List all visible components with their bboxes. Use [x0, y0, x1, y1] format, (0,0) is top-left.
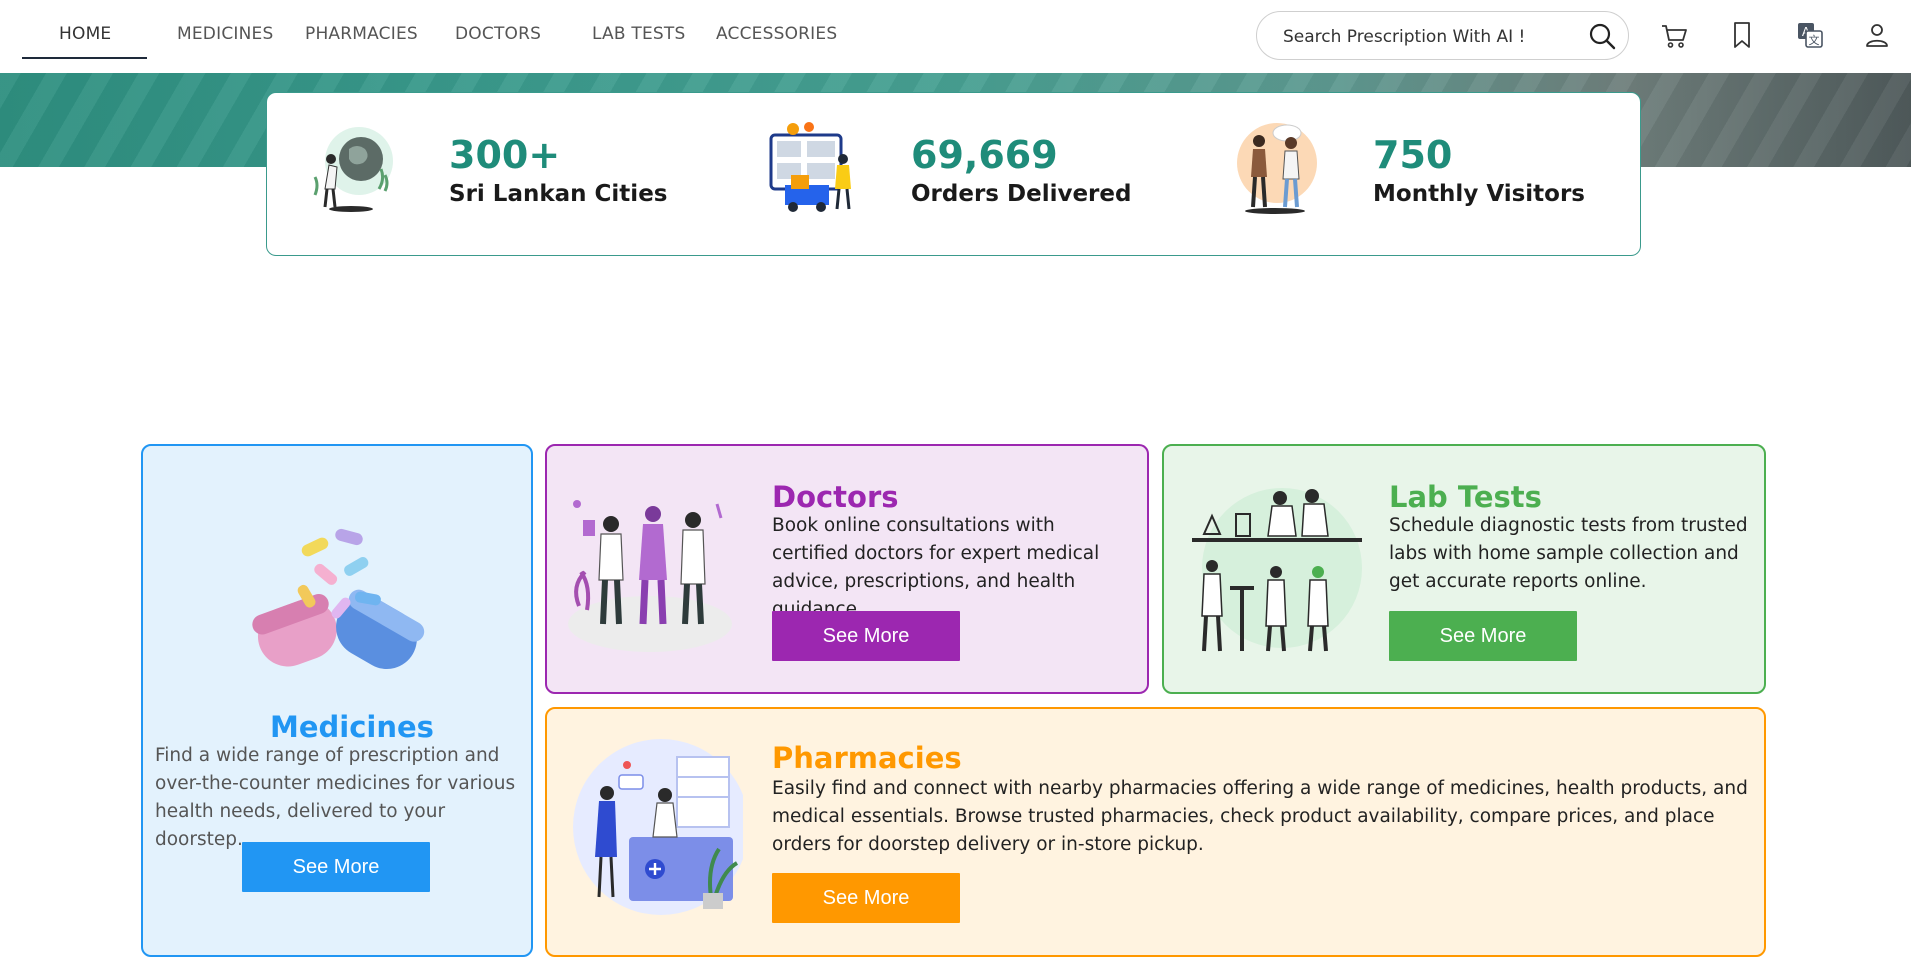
stat-visitors-number: 750	[1373, 133, 1453, 177]
top-navbar: HOME MEDICINES PHARMACIES DOCTORS LAB TE…	[0, 0, 1911, 73]
search-bar	[1256, 11, 1629, 60]
medicines-card: Medicines Find a wide range of prescript…	[141, 444, 533, 957]
svg-text:文: 文	[1809, 33, 1820, 47]
search-icon[interactable]	[1588, 22, 1616, 50]
nav-home[interactable]: HOME	[59, 24, 111, 44]
pharmacies-card: Pharmacies Easily find and connect with …	[545, 707, 1766, 957]
bookmark-icon[interactable]	[1727, 20, 1757, 50]
doctors-see-more-button[interactable]: See More	[772, 611, 960, 661]
stats-card: 300+ Sri Lankan Cities 69,669 Orders Del…	[266, 92, 1641, 256]
stat-cities: 300+ Sri Lankan Cities	[277, 111, 717, 236]
stat-visitors-label: Monthly Visitors	[1373, 181, 1585, 207]
doctors-illustration	[568, 500, 732, 652]
nav-doctors[interactable]: DOCTORS	[455, 24, 541, 44]
nav-accessories[interactable]: ACCESSORIES	[716, 24, 837, 44]
lab-tests-title: Lab Tests	[1389, 480, 1542, 514]
pharmacies-see-more-button[interactable]: See More	[772, 873, 960, 923]
visitors-illustration	[1237, 123, 1317, 214]
cart-icon[interactable]	[1659, 20, 1689, 50]
translate-icon[interactable]: A 文	[1795, 20, 1825, 50]
medicines-title: Medicines	[270, 710, 434, 744]
pharmacy-illustration	[573, 739, 743, 915]
stat-cities-label: Sri Lankan Cities	[449, 181, 668, 207]
delivery-dashboard-illustration	[769, 122, 851, 212]
user-icon[interactable]	[1862, 20, 1892, 50]
stat-orders-label: Orders Delivered	[911, 181, 1132, 207]
pharmacies-description: Easily find and connect with nearby phar…	[772, 778, 1748, 855]
stat-orders: 69,669 Orders Delivered	[739, 111, 1179, 236]
pills-illustration	[252, 528, 425, 669]
lab-tests-see-more-button[interactable]: See More	[1389, 611, 1577, 661]
doctors-card: Doctors Book online consultations with c…	[545, 444, 1149, 694]
medicines-see-more-button[interactable]: See More	[242, 842, 430, 892]
search-input[interactable]	[1281, 22, 1585, 52]
lab-tests-illustration	[1192, 488, 1362, 652]
stat-cities-number: 300+	[449, 133, 561, 177]
globe-person-illustration	[313, 127, 393, 212]
pharmacies-title: Pharmacies	[772, 741, 962, 775]
stat-orders-number: 69,669	[911, 133, 1058, 177]
lab-tests-description: Schedule diagnostic tests from trusted l…	[1389, 515, 1748, 592]
medicines-description: Find a wide range of prescription and ov…	[155, 745, 516, 850]
doctors-title: Doctors	[772, 480, 899, 514]
active-nav-underline	[22, 57, 147, 59]
nav-lab-tests[interactable]: LAB TESTS	[592, 24, 685, 44]
nav-pharmacies[interactable]: PHARMACIES	[305, 24, 418, 44]
lab-tests-card: Lab Tests Schedule diagnostic tests from…	[1162, 444, 1766, 694]
stat-visitors: 750 Monthly Visitors	[1201, 111, 1641, 236]
nav-medicines[interactable]: MEDICINES	[177, 24, 273, 44]
doctors-description: Book online consultations with certified…	[772, 515, 1100, 620]
